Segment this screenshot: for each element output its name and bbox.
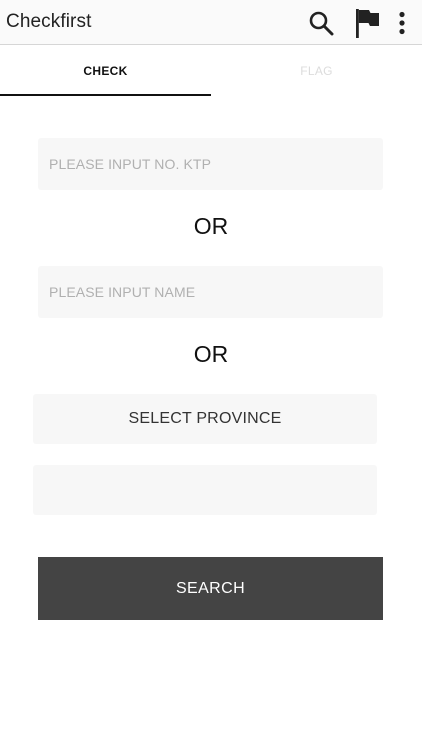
search-button-label: SEARCH — [175, 579, 246, 597]
search-button[interactable] — [304, 0, 338, 45]
or-separator-2: OR — [193, 341, 229, 367]
app-title: Checkfirst — [6, 11, 92, 32]
flag-button[interactable] — [350, 0, 384, 45]
flag-icon — [356, 8, 379, 38]
more-vert-icon — [399, 11, 405, 34]
search-icon — [309, 11, 334, 35]
province-select-label: SELECT PROVINCE — [128, 410, 282, 427]
province-select[interactable]: SELECT PROVINCE — [33, 394, 377, 444]
tab-flag[interactable]: FLAG — [211, 46, 422, 96]
overflow-menu-button[interactable] — [390, 0, 414, 45]
name-input[interactable] — [38, 266, 383, 318]
tab-check[interactable]: CHECK — [0, 46, 211, 96]
checkfirst-screen: Checkfirst CHECK FLAG OR — [0, 0, 422, 750]
tab-bar: CHECK FLAG — [0, 46, 422, 96]
active-tab-indicator — [0, 94, 211, 96]
or-separator: OR — [193, 213, 229, 239]
app-bar: Checkfirst — [0, 0, 422, 45]
ktp-number-input[interactable] — [38, 138, 383, 190]
city-select[interactable] — [33, 465, 377, 515]
search-submit-button[interactable]: SEARCH — [38, 557, 383, 620]
